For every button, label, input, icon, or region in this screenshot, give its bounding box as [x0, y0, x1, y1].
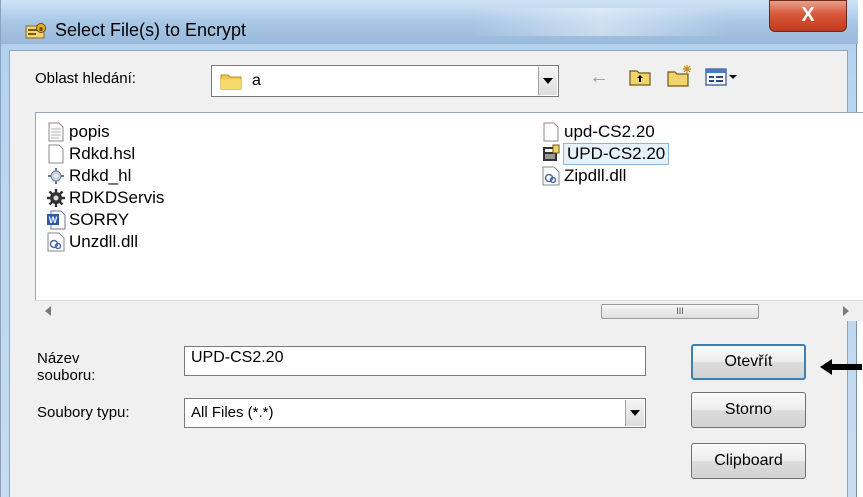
up-folder-icon[interactable] — [629, 67, 651, 87]
file-name: Rdkd.hsl — [69, 144, 136, 163]
file-name: RDKDServis — [69, 188, 165, 207]
look-in-combo[interactable]: a — [211, 65, 559, 97]
view-menu-icon[interactable] — [705, 67, 739, 87]
svg-text:W: W — [49, 215, 58, 225]
list-item[interactable]: RDKDServis — [46, 187, 164, 209]
open-button[interactable]: Otevřít — [691, 344, 806, 380]
close-button[interactable]: X — [769, 0, 847, 32]
list-item[interactable]: Rdkd_hl — [46, 165, 131, 187]
file-name: upd-CS2.20 — [564, 122, 655, 141]
back-arrow-icon[interactable]: ← — [589, 66, 609, 89]
filetype-select[interactable]: All Files (*.*) — [184, 398, 646, 428]
chevron-down-icon — [543, 78, 553, 84]
title-bar-glare — [471, 8, 731, 36]
file-name: UPD-CS2.20 — [562, 143, 670, 165]
horizontal-scrollbar[interactable]: III — [35, 300, 863, 321]
file-name: Rdkd_hl — [69, 166, 132, 185]
look-in-value: a — [252, 72, 261, 89]
title-bar[interactable]: Select File(s) to Encrypt X — [1, 0, 858, 44]
list-item[interactable]: Rdkd.hsl — [46, 143, 135, 165]
list-item-selected[interactable]: UPD-CS2.20 — [541, 143, 670, 165]
cancel-button[interactable]: Storno — [691, 392, 806, 428]
filename-input[interactable]: UPD-CS2.20 — [184, 346, 646, 376]
new-folder-icon[interactable] — [667, 64, 693, 88]
filetype-value: All Files (*.*) — [191, 404, 274, 421]
scrollbar-thumb[interactable]: III — [601, 304, 759, 319]
file-list[interactable]: popis Rdkd.hsl Rdkd_hl RDKDServis W SORR… — [35, 112, 863, 317]
filetype-dropdown-arrow[interactable] — [625, 400, 644, 426]
file-name: SORRY — [69, 210, 130, 229]
chevron-down-icon — [630, 410, 640, 416]
list-item[interactable]: upd-CS2.20 — [541, 121, 655, 143]
window-title: Select File(s) to Encrypt — [55, 20, 247, 40]
list-item[interactable]: Unzdll.dll — [46, 231, 138, 253]
dll-file-icon — [541, 166, 561, 186]
text-file-icon — [46, 122, 66, 142]
file-name: Zipdll.dll — [564, 166, 627, 185]
scroll-left-icon[interactable] — [45, 306, 51, 316]
look-in-label: Oblast hledání: — [35, 70, 136, 87]
app-icon — [25, 23, 46, 39]
filename-label: Název souboru: — [37, 350, 96, 384]
config-file-icon — [46, 166, 66, 186]
file-dialog: Select File(s) to Encrypt X Oblast hledá… — [0, 0, 863, 497]
pointer-arrow-icon — [820, 359, 862, 375]
dll-file-icon — [46, 232, 66, 252]
blank-file-icon — [541, 122, 561, 142]
folder-icon — [220, 74, 242, 90]
file-name: Unzdll.dll — [69, 232, 138, 251]
filetype-label: Soubory typu: — [37, 404, 130, 421]
look-in-dropdown-arrow[interactable] — [538, 67, 557, 95]
blank-file-icon — [46, 144, 66, 164]
list-item[interactable]: W SORRY — [46, 209, 129, 231]
gear-app-icon — [46, 188, 66, 208]
list-item[interactable]: Zipdll.dll — [541, 165, 626, 187]
clipboard-button[interactable]: Clipboard — [691, 443, 806, 479]
word-doc-icon: W — [46, 210, 66, 230]
executable-icon — [541, 144, 561, 164]
file-name: popis — [69, 122, 110, 141]
list-item[interactable]: popis — [46, 121, 110, 143]
scroll-right-icon[interactable] — [843, 306, 849, 316]
